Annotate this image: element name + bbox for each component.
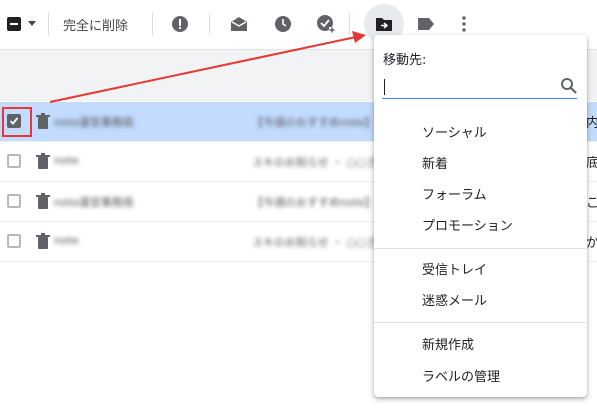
trash-icon[interactable]	[36, 193, 50, 209]
menu-item-inbox[interactable]: 受信トレイ	[422, 259, 487, 278]
add-task-icon[interactable]	[314, 12, 338, 36]
menu-item-create-new[interactable]: 新規作成	[422, 334, 474, 353]
menu-divider	[374, 248, 587, 249]
menu-item-manage-labels[interactable]: ラベルの管理	[422, 366, 500, 385]
move-to-search-input[interactable]	[382, 77, 552, 97]
delete-forever-button[interactable]: 完全に削除	[63, 15, 128, 34]
row-checkbox[interactable]	[7, 234, 21, 248]
trash-icon[interactable]	[36, 113, 50, 129]
report-spam-icon[interactable]	[168, 12, 192, 36]
move-to-menu: 移動先: ソーシャル 新着 フォーラム プロモーション 受信トレイ 迷惑メール …	[374, 35, 587, 397]
email-sender: note運営事務局	[54, 116, 134, 129]
snooze-icon[interactable]	[271, 12, 295, 36]
menu-item-spam[interactable]: 迷惑メール	[422, 290, 487, 309]
label-icon[interactable]	[414, 12, 438, 36]
row-checkbox[interactable]	[7, 194, 21, 208]
email-snippet-tail: か	[586, 236, 597, 251]
select-dropdown-caret-icon[interactable]	[28, 21, 36, 26]
more-vert-icon[interactable]	[452, 12, 476, 36]
email-subject: 【今週のおすすめnote】	[252, 196, 376, 209]
email-subject: 【今週のおすすめnote】	[252, 116, 376, 129]
trash-icon[interactable]	[36, 233, 50, 249]
email-subject: スキのお知らせ ・ ○○さん	[252, 236, 388, 249]
menu-item-updates[interactable]: 新着	[422, 153, 448, 172]
mark-read-icon[interactable]	[227, 12, 251, 36]
move-to-icon	[376, 18, 392, 31]
menu-item-forums[interactable]: フォーラム	[422, 184, 487, 203]
toolbar-divider	[349, 13, 350, 35]
email-sender: note	[54, 154, 79, 167]
email-snippet-tail: こ	[586, 196, 597, 211]
search-icon[interactable]	[560, 77, 578, 95]
row-checkbox[interactable]	[7, 154, 21, 168]
toolbar-divider	[209, 13, 210, 35]
trash-icon[interactable]	[36, 153, 50, 169]
select-all-checkbox[interactable]	[7, 17, 21, 31]
toolbar-divider	[152, 13, 153, 35]
email-sender: note	[54, 234, 79, 247]
email-snippet-tail: 底	[586, 156, 597, 171]
menu-item-promotions[interactable]: プロモーション	[422, 215, 513, 234]
move-to-search-field	[382, 75, 577, 99]
menu-item-social[interactable]: ソーシャル	[422, 122, 487, 141]
move-to-menu-header: 移動先:	[383, 53, 427, 68]
email-subject: スキのお知らせ ・ ○○さん	[252, 156, 388, 169]
menu-divider	[374, 322, 587, 323]
annotation-highlight-box	[2, 107, 32, 137]
text-cursor	[384, 79, 385, 95]
email-snippet-tail: 内	[586, 116, 597, 131]
toolbar-divider	[48, 13, 49, 35]
email-sender: note運営事務局	[54, 196, 134, 209]
